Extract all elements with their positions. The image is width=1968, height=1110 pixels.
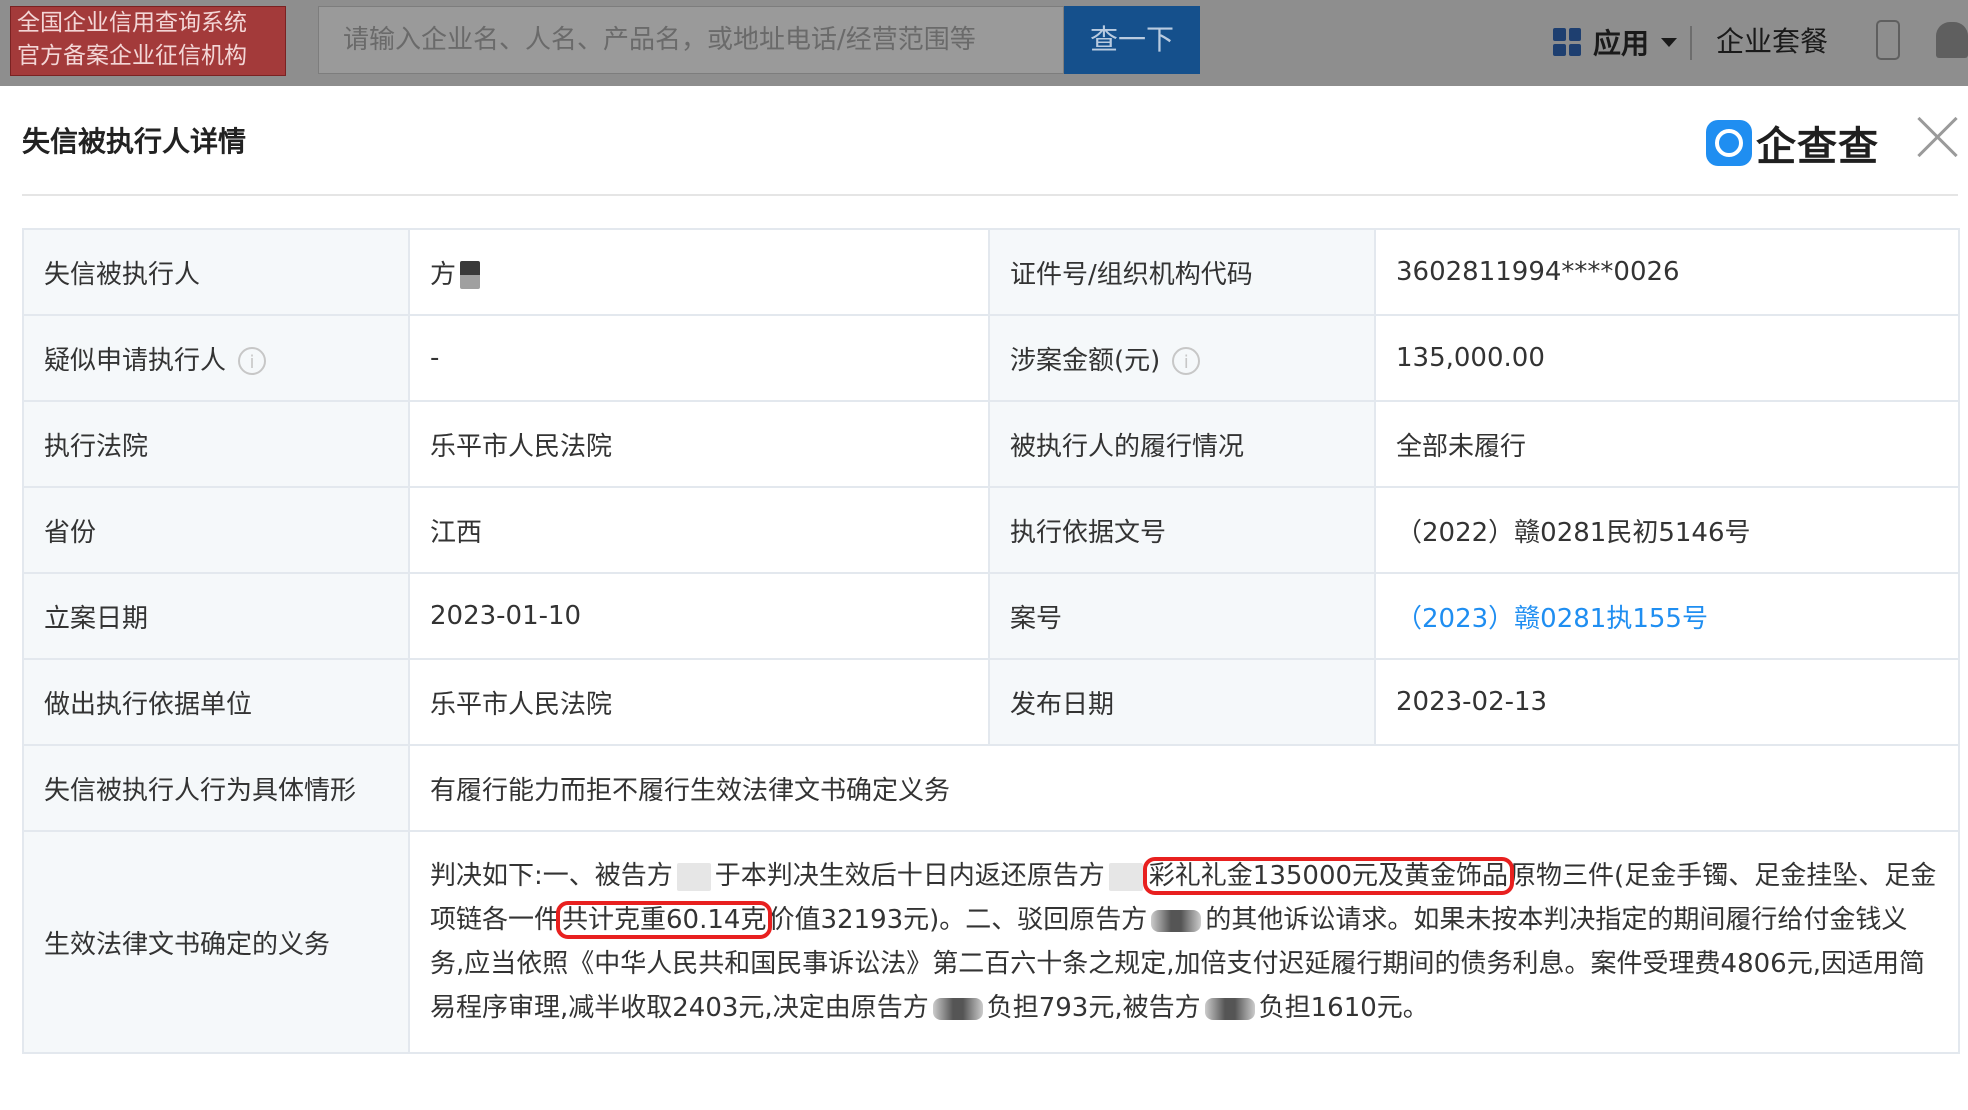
modal-divider <box>22 194 1958 196</box>
qichacha-logo-icon <box>1706 120 1752 166</box>
table-row: 失信被执行人 方 证件号/组织机构代码 3602811994****0026 <box>22 228 1960 316</box>
field-value: （2023）赣0281执155号 <box>1374 572 1960 660</box>
field-value: （2022）赣0281民初5146号 <box>1374 486 1960 574</box>
field-label: 证件号/组织机构代码 <box>988 228 1376 316</box>
search-button[interactable]: 查一下 <box>1064 6 1200 74</box>
field-value: 乐平市人民法院 <box>408 400 990 488</box>
field-label: 失信被执行人 <box>22 228 410 316</box>
info-icon[interactable]: i <box>238 347 267 375</box>
field-value: 全部未履行 <box>1374 400 1960 488</box>
field-label: 失信被执行人行为具体情形 <box>22 744 410 832</box>
table-row: 执行法院 乐平市人民法院 被执行人的履行情况 全部未履行 <box>22 400 1960 488</box>
field-label: 执行法院 <box>22 400 410 488</box>
info-icon[interactable]: i <box>1172 347 1201 375</box>
field-label: 涉案金额(元) i <box>988 314 1376 402</box>
logo-text: 企查查 <box>1756 124 1879 170</box>
phone-icon[interactable] <box>1876 20 1900 60</box>
field-label: 案号 <box>988 572 1376 660</box>
table-row: 立案日期 2023-01-10 案号 （2023）赣0281执155号 <box>22 572 1960 660</box>
text-segment: 判决如下:一、被告方 <box>430 861 673 891</box>
field-value: 江西 <box>408 486 990 574</box>
badge-line-2: 官方备案企业征信机构 <box>17 43 247 69</box>
field-value: 3602811994****0026 <box>1374 228 1960 316</box>
case-number-link[interactable]: （2023）赣0281执155号 <box>1396 604 1708 634</box>
redacted-mark <box>932 997 983 1020</box>
field-value: 有履行能力而拒不履行生效法律文书确定义务 <box>408 744 1960 832</box>
field-value: 2023-02-13 <box>1374 658 1960 746</box>
table-row: 省份 江西 执行依据文号 （2022）赣0281民初5146号 <box>22 486 1960 574</box>
table-row: 生效法律文书确定的义务 判决如下:一、被告方 于本判决生效后十日内返还原告方 彩礼礼… <box>22 830 1960 1054</box>
credit-badge[interactable]: 全国企业信用查询系统 官方备案企业征信机构 <box>10 6 286 76</box>
redacted-mark <box>1151 909 1202 932</box>
field-label-text: 涉案金额(元) <box>1010 345 1161 376</box>
redacted-mark <box>1204 997 1255 1020</box>
field-label: 做出执行依据单位 <box>22 658 410 746</box>
table-row: 失信被执行人行为具体情形 有履行能力而拒不履行生效法律文书确定义务 <box>22 744 1960 832</box>
field-value: 方 <box>408 228 990 316</box>
table-row: 疑似申请执行人 i - 涉案金额(元) i 135,000.00 <box>22 314 1960 402</box>
field-value: 乐平市人民法院 <box>408 658 990 746</box>
field-label: 立案日期 <box>22 572 410 660</box>
search-input[interactable]: 请输入企业名、人名、产品名，或地址电话/经营范围等 <box>318 6 1064 74</box>
field-label: 生效法律文书确定的义务 <box>22 830 410 1054</box>
modal-title: 失信被执行人详情 <box>22 125 247 158</box>
redacted-mark <box>676 862 711 891</box>
detail-table: 失信被执行人 方 证件号/组织机构代码 3602811994****0026 疑… <box>22 228 1960 1054</box>
field-value: 135,000.00 <box>1374 314 1960 402</box>
field-label: 发布日期 <box>988 658 1376 746</box>
field-value: 2023-01-10 <box>408 572 990 660</box>
field-label: 执行依据文号 <box>988 486 1376 574</box>
badge-line-1: 全国企业信用查询系统 <box>17 10 247 36</box>
redacted-mark <box>460 261 481 289</box>
chevron-down-icon <box>1661 37 1678 47</box>
field-label-text: 疑似申请执行人 <box>44 345 227 376</box>
site-header: 全国企业信用查询系统 官方备案企业征信机构 请输入企业名、人名、产品名，或地址电… <box>0 0 1968 86</box>
highlight-amount: 彩礼礼金135000元及黄金饰品 <box>1142 857 1515 895</box>
apps-menu[interactable]: 应用 <box>1553 20 1678 64</box>
text-segment: 价值32193元)。二、驳回原告方 <box>768 905 1148 935</box>
highlight-weight: 共计克重60.14克 <box>556 901 773 939</box>
brand-logo: 企查查 <box>1706 114 1879 172</box>
text-segment: 负担793元,被告方 <box>986 993 1201 1023</box>
person-name: 方 <box>430 259 457 290</box>
text-segment: 负担1610元。 <box>1258 993 1429 1023</box>
apps-label: 应用 <box>1593 27 1650 60</box>
text-segment: 于本判决生效后十日内返还原告方 <box>714 861 1105 891</box>
header-divider <box>1690 26 1692 60</box>
field-label: 被执行人的履行情况 <box>988 400 1376 488</box>
apps-grid-icon <box>1553 28 1581 56</box>
close-icon[interactable] <box>1916 116 1958 158</box>
package-link[interactable]: 企业套餐 <box>1716 20 1828 64</box>
field-label: 疑似申请执行人 i <box>22 314 410 402</box>
field-value: - <box>408 314 990 402</box>
redacted-mark <box>1108 862 1143 891</box>
field-label: 省份 <box>22 486 410 574</box>
table-row: 做出执行依据单位 乐平市人民法院 发布日期 2023-02-13 <box>22 658 1960 746</box>
obligation-text: 判决如下:一、被告方 于本判决生效后十日内返还原告方 彩礼礼金135000元及黄金饰… <box>408 830 1960 1054</box>
bell-icon[interactable] <box>1936 22 1968 58</box>
